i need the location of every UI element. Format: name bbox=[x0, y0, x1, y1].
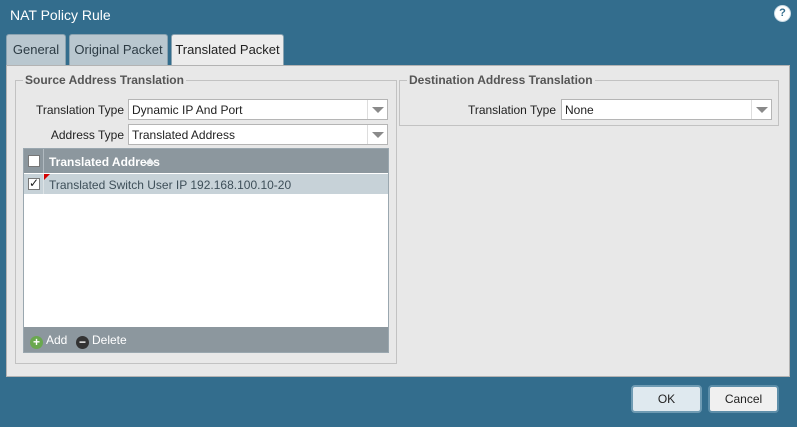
window-title: NAT Policy Rule bbox=[10, 7, 111, 23]
tab-original-packet[interactable]: Original Packet bbox=[69, 34, 168, 65]
table-row[interactable]: Translated Switch User IP 192.168.100.10… bbox=[24, 174, 388, 194]
column-header-translated-address[interactable]: Translated Address bbox=[49, 155, 160, 169]
source-translation-type-label: Translation Type bbox=[35, 103, 124, 117]
source-legend: Source Address Translation bbox=[25, 73, 184, 87]
sort-ascending-icon[interactable] bbox=[145, 158, 155, 164]
select-all-checkbox[interactable] bbox=[28, 155, 40, 167]
chevron-down-icon[interactable] bbox=[751, 100, 771, 119]
chevron-down-icon[interactable] bbox=[367, 125, 387, 144]
address-type-select[interactable]: Translated Address bbox=[128, 124, 388, 145]
delete-label: Delete bbox=[92, 333, 127, 347]
translated-address-cell[interactable]: Translated Switch User IP 192.168.100.10… bbox=[49, 178, 291, 192]
tab-translated-packet[interactable]: Translated Packet bbox=[171, 34, 284, 66]
add-label: Add bbox=[46, 333, 68, 347]
delete-button[interactable]: − Delete bbox=[76, 332, 127, 349]
destination-translation-type-label: Translation Type bbox=[467, 103, 556, 117]
destination-address-translation-group: Destination Address Translation Translat… bbox=[399, 73, 779, 126]
ok-button[interactable]: OK bbox=[631, 385, 702, 413]
destination-legend: Destination Address Translation bbox=[409, 73, 593, 87]
row-check-cell bbox=[24, 174, 44, 194]
source-translation-type-select[interactable]: Dynamic IP And Port bbox=[128, 99, 388, 120]
destination-translation-type-value: None bbox=[565, 103, 594, 117]
grid-footer: + Add − Delete bbox=[24, 327, 388, 352]
address-type-value: Translated Address bbox=[132, 128, 235, 142]
minus-icon: − bbox=[76, 336, 89, 349]
help-icon[interactable]: ? bbox=[775, 6, 790, 21]
cancel-button[interactable]: Cancel bbox=[708, 385, 779, 413]
grid-header: Translated Address bbox=[24, 149, 388, 173]
tab-panel: Source Address Translation Translation T… bbox=[6, 65, 790, 377]
plus-icon: + bbox=[30, 336, 43, 349]
add-button[interactable]: + Add bbox=[30, 332, 68, 349]
select-all-cell bbox=[24, 149, 44, 173]
destination-translation-type-select[interactable]: None bbox=[561, 99, 772, 120]
title-bar: NAT Policy Rule ? bbox=[0, 0, 797, 30]
tab-general[interactable]: General bbox=[6, 34, 66, 65]
address-type-label: Address Type bbox=[50, 128, 124, 142]
row-checkbox[interactable] bbox=[28, 176, 40, 190]
source-translation-type-value: Dynamic IP And Port bbox=[132, 103, 243, 117]
chevron-down-icon[interactable] bbox=[367, 100, 387, 119]
translated-address-grid: Translated Address Translated Switch Use… bbox=[23, 148, 389, 353]
